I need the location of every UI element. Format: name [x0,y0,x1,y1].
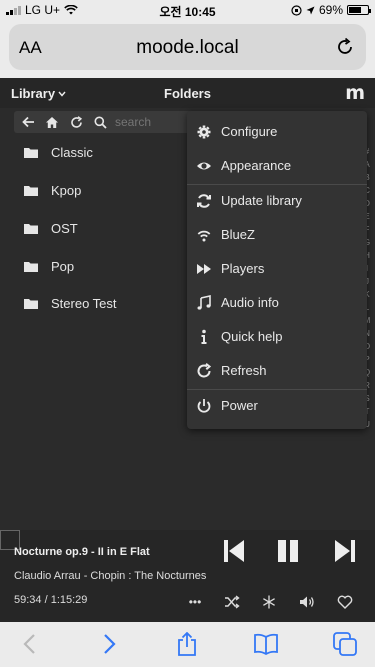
refresh-icon [197,363,212,378]
moode-menu-button[interactable]: m [345,82,365,104]
asterisk-icon[interactable] [261,594,277,610]
orientation-lock-icon [291,4,302,16]
search-button[interactable] [91,113,109,131]
address-bar[interactable]: AA moode.local [9,24,366,70]
power-icon [197,399,211,413]
more-button[interactable]: ••• [187,594,203,610]
folder-icon [24,186,38,196]
folder-icon [24,224,38,234]
page-title: Folders [164,86,211,101]
tabs-icon[interactable] [332,632,358,656]
heart-icon[interactable] [337,594,353,610]
list-item[interactable]: Pop [0,251,185,281]
menu-item-audio-info[interactable]: Audio info [187,288,367,318]
list-item[interactable]: Stereo Test [0,288,185,318]
music-note-icon [197,295,211,310]
back-button[interactable] [19,113,37,131]
menu-item-refresh[interactable]: Refresh [187,356,367,386]
menu-item-label: Audio info [221,295,279,310]
eye-icon [197,162,211,170]
track-artist: Claudio Arrau - Chopin : The Nocturnes [14,570,207,582]
next-track-icon[interactable] [333,538,357,564]
share-icon[interactable] [174,632,200,656]
list-item[interactable]: Classic [0,137,185,167]
menu-item-update-library[interactable]: Update library [187,186,367,216]
main-menu: Configure Appearance Update library Blue… [187,111,367,429]
track-title[interactable]: Nocturne op.9 - II in E Flat [14,546,150,558]
menu-item-appearance[interactable]: Appearance [187,151,367,181]
url-text[interactable]: moode.local [9,37,366,59]
menu-item-label: Power [221,398,258,413]
folder-icon [24,262,38,272]
search-icon [94,116,107,129]
reload-icon[interactable] [334,36,356,58]
menu-item-power[interactable]: Power [187,391,367,421]
battery-icon [347,5,371,15]
menu-item-configure[interactable]: Configure [187,117,367,147]
location-icon [306,6,315,14]
info-icon [201,329,207,344]
menu-item-label: Quick help [221,329,283,344]
track-time: 59:34 / 1:15:29 [14,594,88,606]
browser-chrome-bottom [0,622,375,667]
menu-divider [187,389,367,390]
menu-item-label: Players [221,261,265,276]
refresh-button[interactable] [67,113,85,131]
folder-label: Kpop [51,183,82,198]
menu-item-label: BlueZ [221,227,255,242]
volume-icon[interactable] [299,594,315,610]
folder-icon [24,299,38,309]
search-input[interactable] [115,115,195,129]
list-item[interactable]: OST [0,213,185,243]
folder-label: Classic [51,145,93,160]
back-arrow-icon[interactable] [18,632,44,656]
folder-label: Pop [51,259,75,274]
menu-item-label: Appearance [221,158,292,173]
menu-item-label: Update library [221,193,302,208]
fast-forward-icon [197,264,211,274]
menu-item-players[interactable]: Players [187,254,367,284]
list-item[interactable]: Kpop [0,175,185,205]
folder-icon [24,148,38,158]
home-icon [46,116,58,128]
menu-item-label: Configure [221,124,278,139]
battery-percent: 69% [318,3,343,17]
previous-track-icon[interactable] [222,538,246,564]
menu-divider [187,184,367,185]
menu-item-label: Refresh [221,363,267,378]
menu-item-quick-help[interactable]: Quick help [187,322,367,352]
status-bar: LG U+ 오전 10:45 69% [0,0,375,20]
playback-bar: Nocturne op.9 - II in E Flat Claudio Arr… [0,530,375,622]
folder-label: Stereo Test [51,296,117,311]
bookmarks-icon[interactable] [253,632,279,656]
gear-icon [197,125,211,139]
folder-label: OST [51,221,78,236]
pause-icon[interactable] [276,538,300,564]
browser-chrome-top: AA moode.local [0,20,375,78]
app-header: Library Folders m [0,78,375,108]
refresh-icon [70,115,82,128]
shuffle-icon[interactable] [224,594,240,610]
sync-icon [197,194,211,208]
home-button[interactable] [43,113,61,131]
forward-arrow-icon[interactable] [95,632,121,656]
wifi-icon [197,230,211,242]
menu-item-bluez[interactable]: BlueZ [187,220,367,250]
arrow-left-icon [21,116,34,128]
